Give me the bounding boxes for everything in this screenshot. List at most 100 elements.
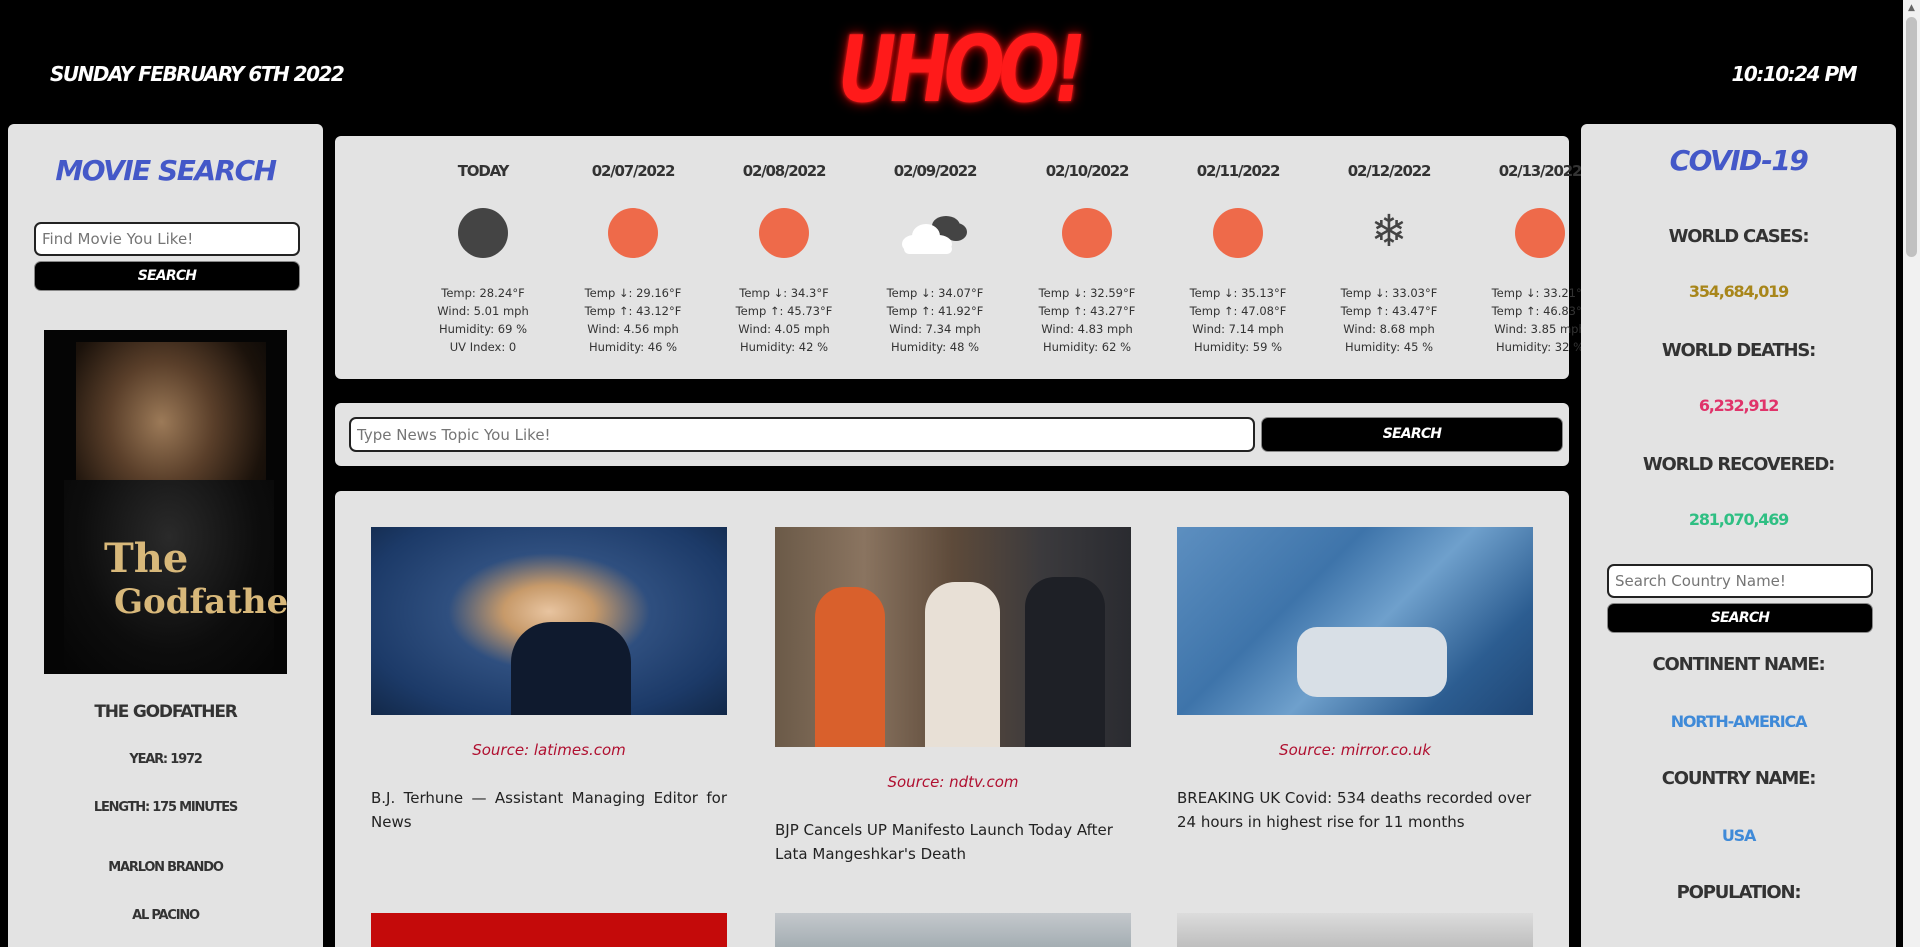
weather-stats: Temp ↓: 34.3°F Temp ↑: 45.73°F Wind: 4.0… [709, 284, 859, 356]
weather-date: 02/12/2022 [1347, 162, 1432, 180]
weather-stat: Humidity: 48 % [890, 340, 980, 354]
weather-stats: Temp ↓: 34.07°F Temp ↑: 41.92°F Wind: 7.… [860, 284, 1010, 356]
population-label: POPULATION: [1676, 882, 1802, 903]
movie-length: LENGTH: 175 MINUTES [93, 800, 238, 815]
news-image[interactable] [1177, 527, 1533, 715]
world-recovered-label: WORLD RECOVERED: [1642, 454, 1835, 475]
weather-stat: Temp ↓: 34.3°F [739, 286, 829, 300]
movie-search-panel: MOVIE SEARCH SEARCH The Godfather THE GO… [8, 124, 323, 947]
news-image-detail [815, 587, 885, 747]
news-image[interactable] [371, 913, 727, 947]
weather-stat: Temp ↓: 33.03°F [1340, 286, 1438, 300]
news-image-detail [511, 622, 631, 715]
weather-date: 02/07/2022 [591, 162, 676, 180]
weather-stat: Temp ↑: 47.08°F [1189, 304, 1287, 318]
weather-stat: Temp ↑: 43.12°F [584, 304, 682, 318]
news-image[interactable] [371, 527, 727, 715]
weather-stat: Temp ↓: 32.59°F [1038, 286, 1136, 300]
weather-stats: Temp ↓: 29.16°F Temp ↑: 43.12°F Wind: 4.… [558, 284, 708, 356]
weather-date: 02/09/2022 [893, 162, 978, 180]
country-label: COUNTRY NAME: [1661, 768, 1817, 789]
weather-stats: Temp ↓: 33.03°F Temp ↑: 43.47°F Wind: 8.… [1314, 284, 1464, 356]
weather-stat: Temp ↑: 43.47°F [1340, 304, 1438, 318]
news-source: Source: latimes.com [472, 741, 626, 759]
weather-stat: Humidity: 46 % [588, 340, 678, 354]
sun-icon [1515, 208, 1565, 258]
site-logo: UHOO! [838, 16, 1086, 123]
news-headline[interactable]: BREAKING UK Covid: 534 deaths recorded o… [1177, 786, 1533, 834]
sun-icon [608, 208, 658, 258]
country-value: USA [1721, 826, 1757, 845]
weather-date: 02/11/2022 [1196, 162, 1281, 180]
news-image[interactable] [775, 913, 1131, 947]
news-search-button[interactable]: SEARCH [1261, 417, 1563, 452]
weather-stat: Temp: 28.24°F [441, 286, 525, 300]
weather-stat: Humidity: 69 % [438, 322, 528, 336]
news-image[interactable] [775, 527, 1131, 747]
weather-stat: Temp ↑: 43.27°F [1038, 304, 1136, 318]
weather-stat: Temp ↑: 45.73°F [735, 304, 833, 318]
world-deaths-label: WORLD DEATHS: [1661, 340, 1817, 361]
scrollbar-thumb[interactable] [1906, 17, 1917, 257]
news-search-input[interactable] [349, 417, 1255, 452]
news-headline[interactable]: B.J. Terhune — Assistant Managing Editor… [371, 786, 727, 834]
moon-icon [458, 208, 508, 258]
news-headline[interactable]: BJP Cancels UP Manifesto Launch Today Af… [775, 818, 1131, 866]
world-cases-value: 354,684,019 [1688, 282, 1789, 301]
movie-poster[interactable]: The Godfather [44, 330, 287, 674]
weather-stat: Humidity: 62 % [1042, 340, 1132, 354]
weather-stat: Temp ↑: 41.92°F [886, 304, 984, 318]
weather-stat: Humidity: 45 % [1344, 340, 1434, 354]
weather-stat: Temp ↓: 34.07°F [886, 286, 984, 300]
news-source: Source: mirror.co.uk [1279, 741, 1431, 759]
poster-title-line-2: Godfather [114, 582, 287, 622]
weather-forecast-panel: TODAY Temp: 28.24°F Wind: 5.01 mph Humid… [335, 136, 1588, 379]
weather-stat: UV Index: 0 [449, 340, 517, 354]
world-deaths-value: 6,232,912 [1698, 396, 1779, 415]
weather-date: TODAY [457, 162, 510, 180]
weather-stat: Wind: 4.56 mph [587, 322, 679, 336]
page-scrollbar[interactable]: ▲ [1903, 0, 1920, 947]
news-search-panel: SEARCH [335, 403, 1569, 466]
weather-stat: Temp ↓: 35.13°F [1189, 286, 1287, 300]
movie-search-title: MOVIE SEARCH [55, 154, 277, 187]
news-source: Source: ndtv.com [887, 773, 1019, 791]
weather-stats: Temp: 28.24°F Wind: 5.01 mph Humidity: 6… [408, 284, 558, 356]
header-time: 10:10:24 PM [1731, 62, 1857, 86]
weather-stat: Humidity: 59 % [1193, 340, 1283, 354]
movie-actor: MARLON BRANDO [108, 860, 224, 875]
weather-stat: Wind: 7.14 mph [1192, 322, 1284, 336]
news-image-detail [1297, 627, 1447, 697]
weather-stat: Humidity: 42 % [739, 340, 829, 354]
sun-icon [1062, 208, 1112, 258]
world-cases-label: WORLD CASES: [1668, 226, 1810, 247]
header-date: SUNDAY FEBRUARY 6TH 2022 [50, 62, 345, 86]
movie-year: YEAR: 1972 [129, 752, 202, 767]
movie-search-input[interactable] [34, 222, 300, 256]
weather-stat: Wind: 4.05 mph [738, 322, 830, 336]
snowflake-icon: ❄ [1370, 206, 1408, 257]
weather-date: 02/10/2022 [1045, 162, 1130, 180]
weather-stats: Temp ↓: 35.13°F Temp ↑: 47.08°F Wind: 7.… [1163, 284, 1313, 356]
weather-stat: Temp ↓: 29.16°F [584, 286, 682, 300]
news-image-detail [925, 582, 1000, 747]
news-image-detail [1025, 577, 1105, 747]
weather-date: 02/08/2022 [742, 162, 827, 180]
movie-search-button[interactable]: SEARCH [34, 261, 300, 291]
scroll-up-arrow-icon[interactable]: ▲ [1903, 0, 1920, 17]
covid-title: COVID-19 [1669, 144, 1809, 177]
poster-title-line-1: The [104, 535, 189, 582]
cloud-icon [902, 216, 967, 254]
weather-stats: Temp ↓: 32.59°F Temp ↑: 43.27°F Wind: 4.… [1012, 284, 1162, 356]
sun-icon [1213, 208, 1263, 258]
weather-stat: Wind: 4.83 mph [1041, 322, 1133, 336]
news-image[interactable] [1177, 913, 1533, 947]
covid-panel: COVID-19 WORLD CASES: 354,684,019 WORLD … [1581, 124, 1896, 947]
country-search-input[interactable] [1607, 564, 1873, 598]
weather-stat: Wind: 5.01 mph [437, 304, 529, 318]
world-recovered-value: 281,070,469 [1688, 510, 1789, 529]
movie-actor: AL PACINO [132, 908, 200, 923]
country-search-button[interactable]: SEARCH [1607, 603, 1873, 633]
continent-label: CONTINENT NAME: [1652, 654, 1826, 675]
news-panel: Source: latimes.com B.J. Terhune — Assis… [335, 491, 1569, 947]
